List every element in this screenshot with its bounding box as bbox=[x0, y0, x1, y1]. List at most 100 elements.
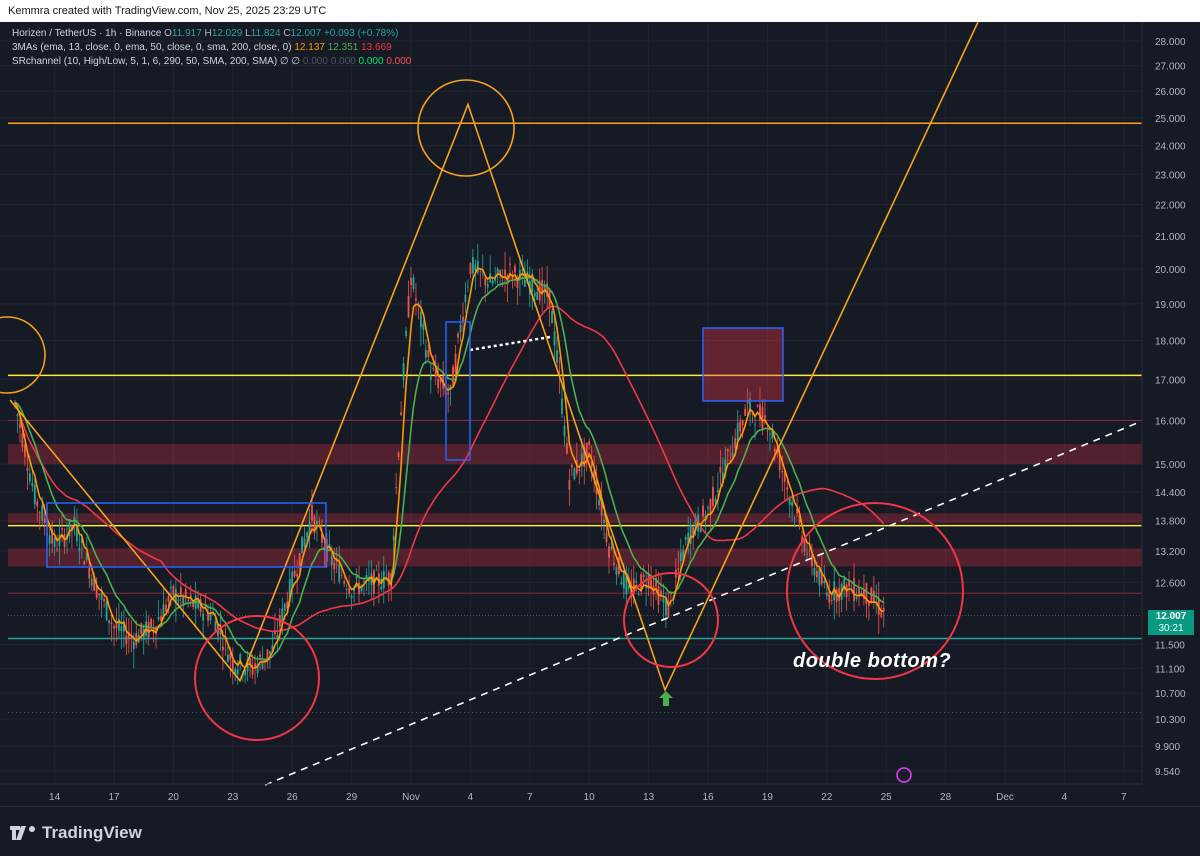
price-tick-label: 25.000 bbox=[1155, 114, 1186, 125]
candle-body bbox=[16, 414, 19, 416]
bottom-circle-2 bbox=[623, 572, 719, 668]
candle-body bbox=[684, 536, 687, 540]
candle-body bbox=[677, 568, 680, 570]
attribution-text: Kemmra created with TradingView.com, Nov… bbox=[8, 5, 327, 17]
candle-body bbox=[803, 540, 806, 552]
candle-body bbox=[165, 604, 167, 611]
time-tick-label: Dec bbox=[996, 792, 1014, 803]
candle-body bbox=[533, 292, 536, 297]
footer: TradingView bbox=[0, 806, 1200, 856]
candle-body bbox=[298, 552, 301, 569]
candle-body bbox=[157, 617, 160, 620]
candle-body bbox=[231, 659, 234, 671]
candle-body bbox=[491, 280, 494, 284]
price-tick-label: 20.000 bbox=[1155, 265, 1186, 276]
candle-body bbox=[48, 535, 51, 544]
candle-body bbox=[172, 586, 175, 596]
open-value: 11.917 bbox=[171, 28, 202, 39]
candle-body bbox=[150, 619, 153, 627]
candle-body bbox=[395, 487, 398, 488]
candle-body bbox=[816, 571, 818, 578]
candle-body bbox=[407, 295, 410, 318]
candle-body bbox=[719, 466, 722, 473]
candle-body bbox=[36, 501, 39, 507]
candle-body bbox=[375, 569, 378, 571]
candle-body bbox=[754, 423, 756, 425]
top-circle bbox=[417, 79, 515, 177]
candle-body bbox=[464, 294, 467, 303]
candle-body bbox=[825, 592, 828, 597]
ma-legend: 3MAs (ema, 13, close, 0, ema, 50, close,… bbox=[12, 42, 392, 53]
candle-body bbox=[427, 350, 430, 358]
candle-body bbox=[207, 613, 209, 621]
countdown: 30:21 bbox=[1158, 623, 1184, 634]
symbol-title: Horizen / TetherUS · 1h · Binance bbox=[12, 28, 162, 39]
candle-body bbox=[293, 570, 296, 577]
time-tick-label: 4 bbox=[1062, 792, 1068, 803]
candle-body bbox=[637, 594, 640, 596]
candle-body bbox=[303, 538, 306, 547]
candle-body bbox=[110, 622, 113, 625]
price-tick-label: 26.000 bbox=[1155, 87, 1186, 98]
candle-body bbox=[608, 546, 610, 558]
candle-body bbox=[31, 483, 34, 487]
candle-body bbox=[113, 626, 115, 629]
time-tick-label: 26 bbox=[287, 792, 299, 803]
tradingview-logo[interactable]: TradingView bbox=[10, 823, 142, 843]
time-tick-label: 28 bbox=[940, 792, 952, 803]
candle-body bbox=[551, 310, 553, 323]
price-tick-label: 27.000 bbox=[1155, 62, 1186, 73]
tradingview-logo-icon bbox=[10, 826, 35, 840]
candle-body bbox=[226, 654, 229, 662]
candle-body bbox=[318, 521, 321, 524]
candle-body bbox=[437, 378, 440, 388]
close-value: 12.007 bbox=[290, 28, 322, 39]
grid-lines bbox=[0, 22, 1142, 784]
time-tick-label: 7 bbox=[1121, 792, 1127, 803]
candle-body bbox=[296, 573, 299, 577]
candle-body bbox=[469, 262, 472, 275]
time-tick-label: 29 bbox=[346, 792, 358, 803]
price-tick-label: 12.600 bbox=[1155, 578, 1186, 589]
candle-body bbox=[793, 518, 796, 520]
ma1-value: 12.137 bbox=[294, 42, 325, 53]
candle-body bbox=[823, 581, 826, 584]
sr-v1: 0.000 bbox=[302, 56, 328, 67]
candle-body bbox=[21, 433, 24, 448]
candle-body bbox=[63, 534, 66, 547]
candle-body bbox=[662, 598, 665, 603]
candle-body bbox=[125, 635, 128, 645]
candle-body bbox=[182, 596, 185, 605]
candle-body bbox=[90, 578, 93, 586]
time-tick-label: 20 bbox=[168, 792, 180, 803]
candle-body bbox=[26, 467, 29, 471]
candle-body bbox=[28, 473, 31, 482]
price-tick-label: 22.000 bbox=[1155, 201, 1186, 212]
candle-body bbox=[843, 578, 846, 586]
candle-body bbox=[788, 498, 791, 505]
candle-body bbox=[605, 533, 608, 542]
time-axis[interactable]: 14 17 20 23 26 29 Nov 4 7 10 13 16 19 22 25 28 Dec 4 7 bbox=[0, 783, 1142, 803]
time-tick-label: 25 bbox=[881, 792, 893, 803]
candle-body bbox=[563, 425, 566, 437]
candle-body bbox=[561, 398, 563, 414]
candle-body bbox=[432, 367, 435, 369]
price-axis[interactable]: 28.000 27.000 26.000 25.000 24.000 23.000 22.0… bbox=[1141, 22, 1200, 784]
price-tick-label: 23.000 bbox=[1155, 170, 1186, 181]
candle-body bbox=[348, 588, 351, 594]
left-circle bbox=[0, 316, 46, 394]
price-chart[interactable]: 28.000 27.000 26.000 25.000 24.000 23.000 22.0… bbox=[0, 22, 1200, 806]
zigzag-trendline bbox=[9, 22, 979, 693]
candle-body bbox=[380, 586, 383, 590]
candle-body bbox=[33, 485, 36, 505]
candle-body bbox=[276, 635, 279, 638]
high-value: 12.029 bbox=[211, 28, 243, 39]
event-icon bbox=[896, 767, 912, 783]
candle-body bbox=[447, 392, 450, 395]
price-tick-label: 18.000 bbox=[1155, 337, 1186, 348]
candle-body bbox=[283, 603, 286, 611]
neckline-dotted bbox=[469, 335, 551, 352]
candle-body bbox=[251, 669, 254, 675]
price-tick-label: 24.000 bbox=[1155, 142, 1186, 153]
candle-body bbox=[741, 420, 744, 426]
